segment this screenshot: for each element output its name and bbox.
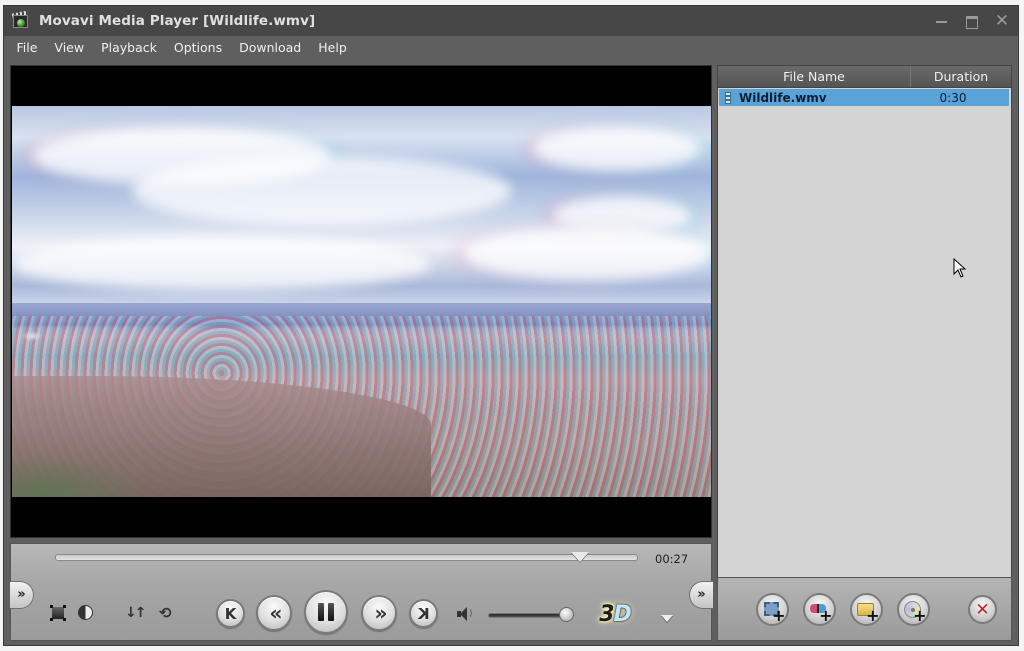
playback-controls: 00:27 » » ↓↑ ⟲ K « » K ) 3D — [10, 543, 713, 641]
crop-icon[interactable] — [49, 604, 67, 622]
menu-download[interactable]: Download — [231, 40, 310, 55]
previous-track-button[interactable]: K — [216, 599, 245, 628]
add-video-icon: + — [763, 601, 786, 623]
toggle-playlist-button[interactable]: » — [689, 581, 713, 609]
disc-icon: + — [903, 600, 927, 623]
contrast-icon[interactable] — [77, 604, 95, 622]
next-track-button[interactable]: K — [409, 599, 438, 628]
pause-button[interactable] — [304, 590, 348, 634]
close-button[interactable]: ✕ — [994, 13, 1010, 30]
next-icon: K — [417, 604, 430, 623]
folder-icon: + — [856, 601, 880, 623]
video-display[interactable] — [10, 65, 712, 538]
3d-options-dropdown[interactable] — [661, 615, 673, 622]
maximize-button[interactable] — [964, 13, 980, 29]
speaker-icon[interactable]: ) — [457, 607, 473, 621]
rewind-icon: « — [269, 601, 283, 625]
title-bar[interactable]: Movavi Media Player [Wildlife.wmv] ✕ — [4, 6, 1018, 36]
playlist-header: File Name Duration — [718, 66, 1011, 88]
column-file-name[interactable]: File Name — [718, 66, 911, 87]
menu-bar: File View Playback Options Download Help — [4, 36, 1018, 59]
drag-handle-icon[interactable] — [725, 91, 731, 104]
add-disc-button[interactable]: + — [897, 593, 930, 626]
movavi-app-icon — [11, 10, 31, 31]
playlist-panel: File Name Duration Wildlife.wmv 0:30 — [717, 65, 1012, 578]
playlist-file-name: Wildlife.wmv — [739, 90, 827, 105]
elapsed-time: 00:27 — [655, 552, 689, 566]
rotate-icon[interactable]: ⟲ — [159, 604, 177, 622]
fast-forward-icon: » — [374, 601, 388, 625]
remove-file-button[interactable]: ✕ — [968, 595, 997, 624]
add-folder-button[interactable]: + — [850, 593, 883, 626]
menu-help[interactable]: Help — [310, 40, 356, 55]
fast-forward-button[interactable]: » — [361, 595, 397, 631]
menu-playback[interactable]: Playback — [93, 40, 166, 55]
playlist-file-duration: 0:30 — [939, 90, 967, 105]
video-frame-image — [12, 106, 711, 497]
3d-label-d: D — [613, 602, 632, 627]
menu-options[interactable]: Options — [165, 40, 230, 55]
minimize-button[interactable] — [934, 13, 950, 29]
playlist-controls: + + + + ✕ — [717, 577, 1012, 641]
menu-file[interactable]: File — [8, 40, 46, 55]
3d-label-3: 3 — [599, 602, 614, 627]
window-title: Movavi Media Player [Wildlife.wmv] — [39, 13, 316, 29]
volume-thumb[interactable] — [559, 607, 574, 622]
sort-icon[interactable]: ↓↑ — [125, 604, 146, 622]
previous-icon: K — [224, 604, 237, 623]
3d-glasses-icon: + — [809, 601, 833, 623]
media-player-window: Movavi Media Player [Wildlife.wmv] ✕ Fil… — [3, 5, 1019, 646]
menu-view[interactable]: View — [46, 40, 93, 55]
remove-icon: ✕ — [975, 599, 990, 620]
column-duration[interactable]: Duration — [911, 66, 1011, 87]
rewind-button[interactable]: « — [256, 595, 292, 631]
add-3d-video-button[interactable]: + — [803, 593, 836, 626]
pause-icon — [318, 603, 334, 621]
playlist-row[interactable]: Wildlife.wmv 0:30 — [719, 89, 1009, 106]
volume-slider[interactable] — [488, 613, 566, 618]
expand-left-button[interactable]: » — [10, 581, 34, 609]
3d-mode-button[interactable]: 3D — [588, 603, 642, 629]
add-video-button[interactable]: + — [756, 593, 789, 626]
seek-bar[interactable] — [55, 554, 638, 561]
seek-thumb[interactable] — [570, 552, 589, 562]
